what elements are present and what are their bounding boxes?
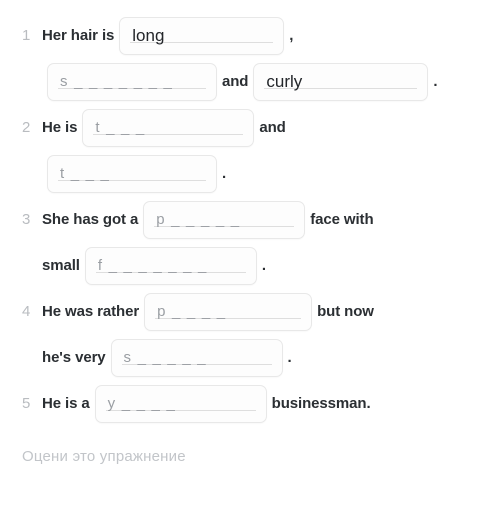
- exercise-container: 1 Her hair is long, s _ _ _ _ _ _ _ and curly…: [0, 0, 500, 426]
- sentence-text: small: [42, 257, 80, 274]
- answer-placeholder: s _ _ _ _ _: [123, 348, 207, 366]
- sentence-text: He is: [42, 119, 78, 136]
- answer-value: long: [132, 25, 165, 45]
- question-body: s _ _ _ _ _ _ _ and curly.: [42, 60, 478, 104]
- question-row: 3 She has got a p _ _ _ _ _ face with: [22, 198, 478, 242]
- sentence-text: businessman.: [271, 395, 371, 412]
- question-body: he's very s _ _ _ _ _.: [42, 336, 478, 380]
- sentence-punctuation: .: [222, 165, 227, 182]
- answer-placeholder: t _ _ _: [95, 118, 146, 136]
- rate-exercise-label[interactable]: Оцени это упражнение: [0, 448, 500, 465]
- answer-placeholder: p _ _ _ _: [157, 302, 227, 320]
- answer-input-blank[interactable]: s _ _ _ _ _ _ _: [47, 63, 217, 101]
- question-body: He is t _ _ _ and: [42, 106, 478, 150]
- answer-placeholder: p _ _ _ _ _: [156, 210, 241, 228]
- sentence-punctuation: ,: [289, 27, 294, 44]
- question-row: small f _ _ _ _ _ _ _.: [22, 244, 478, 288]
- answer-value: curly: [266, 71, 303, 91]
- sentence-text: Her hair is: [42, 27, 115, 44]
- answer-placeholder: y _ _ _ _: [107, 394, 177, 412]
- answer-placeholder: f _ _ _ _ _ _ _: [97, 256, 208, 274]
- question-number: 5: [22, 395, 31, 412]
- sentence-text: and: [259, 119, 286, 136]
- sentence-text: She has got a: [42, 211, 139, 228]
- question-number: 4: [22, 303, 31, 320]
- answer-input-filled[interactable]: long: [119, 17, 285, 55]
- answer-input-blank[interactable]: p _ _ _ _ _: [143, 201, 306, 239]
- question-row: s _ _ _ _ _ _ _ and curly.: [22, 60, 478, 104]
- answer-input-filled[interactable]: curly: [253, 63, 429, 101]
- question-row: 2 He is t _ _ _ and: [22, 106, 478, 150]
- sentence-text: He is a: [42, 395, 90, 412]
- answer-placeholder: s _ _ _ _ _ _ _: [60, 72, 174, 90]
- sentence-punctuation: .: [287, 349, 292, 366]
- question-body: He is a y _ _ _ _ businessman.: [42, 382, 478, 426]
- question-row: 5 He is a y _ _ _ _ businessman.: [22, 382, 478, 426]
- question-body: small f _ _ _ _ _ _ _.: [42, 244, 478, 288]
- question-body: Her hair is long,: [42, 14, 478, 58]
- sentence-text: He was rather: [42, 303, 140, 320]
- sentence-text: and: [222, 73, 249, 90]
- sentence-punctuation: .: [433, 73, 438, 90]
- question-row: t _ _ _.: [22, 152, 478, 196]
- sentence-text: but now: [317, 303, 374, 320]
- answer-input-blank[interactable]: t _ _ _: [47, 155, 217, 193]
- answer-placeholder: t _ _ _: [60, 164, 111, 182]
- answer-input-blank[interactable]: t _ _ _: [82, 109, 255, 147]
- sentence-text: face with: [310, 211, 374, 228]
- question-body: t _ _ _.: [42, 152, 478, 196]
- question-number: 3: [22, 211, 31, 228]
- question-body: He was rather p _ _ _ _ but now: [42, 290, 478, 334]
- question-row: he's very s _ _ _ _ _.: [22, 336, 478, 380]
- question-body: She has got a p _ _ _ _ _ face with: [42, 198, 478, 242]
- answer-input-blank[interactable]: s _ _ _ _ _: [110, 339, 283, 377]
- answer-input-blank[interactable]: p _ _ _ _: [144, 293, 313, 331]
- question-row: 4 He was rather p _ _ _ _ but now: [22, 290, 478, 334]
- answer-input-blank[interactable]: y _ _ _ _: [94, 385, 267, 423]
- answer-input-blank[interactable]: f _ _ _ _ _ _ _: [84, 247, 257, 285]
- question-row: 1 Her hair is long,: [22, 14, 478, 58]
- question-number: 1: [22, 27, 31, 44]
- sentence-punctuation: .: [261, 257, 267, 274]
- sentence-text: he's very: [42, 349, 106, 366]
- question-number: 2: [22, 119, 31, 136]
